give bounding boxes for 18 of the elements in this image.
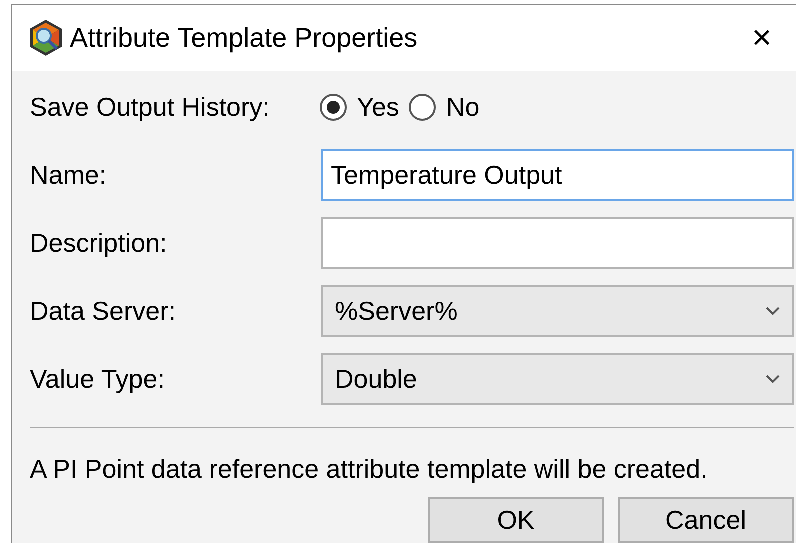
field-label: Value Type: <box>30 362 166 396</box>
field-label: Save Output History: <box>30 90 271 124</box>
field-label: Data Server: <box>30 294 177 328</box>
radio-option[interactable]: No <box>409 88 480 126</box>
text-field[interactable]: Temperature Output <box>321 149 794 201</box>
dialog-button[interactable]: OK <box>428 497 604 543</box>
chevron-down-icon <box>766 374 780 384</box>
chevron-down-icon <box>766 306 780 316</box>
field-label: Description: <box>30 226 168 260</box>
field-label: Name: <box>30 158 108 192</box>
close-button[interactable]: × <box>744 21 780 55</box>
dropdown[interactable]: Double <box>321 353 794 405</box>
radio-option[interactable]: Yes <box>320 88 400 126</box>
dropdown[interactable]: %Server% <box>321 285 794 337</box>
dialog-button[interactable]: Cancel <box>618 497 794 543</box>
text-field[interactable] <box>321 217 794 269</box>
window-title: Attribute Template Properties <box>70 22 419 55</box>
info-message: A PI Point data reference attribute template will be created. <box>30 453 709 486</box>
